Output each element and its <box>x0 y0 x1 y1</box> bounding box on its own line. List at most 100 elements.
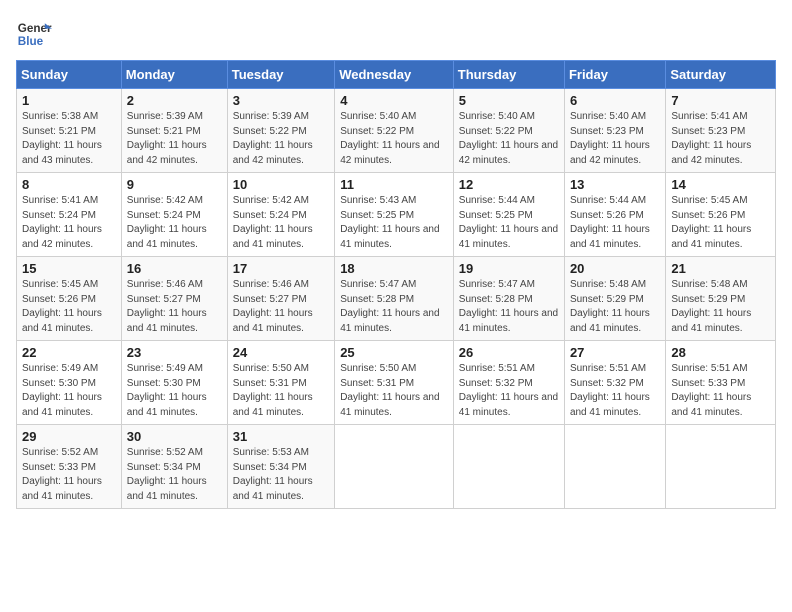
day-info: Sunrise: 5:44 AMSunset: 5:25 PMDaylight:… <box>459 194 559 252</box>
day-number: 21 <box>671 261 770 276</box>
page-header: General Blue <box>16 16 776 52</box>
day-info: Sunrise: 5:50 AMSunset: 5:31 PMDaylight:… <box>233 362 329 420</box>
svg-text:Blue: Blue <box>18 35 44 48</box>
day-number: 28 <box>671 345 770 360</box>
day-cell: 29 Sunrise: 5:52 AMSunset: 5:33 PMDaylig… <box>17 425 122 509</box>
day-number: 6 <box>570 93 660 108</box>
day-info: Sunrise: 5:42 AMSunset: 5:24 PMDaylight:… <box>127 194 222 252</box>
day-cell: 22 Sunrise: 5:49 AMSunset: 5:30 PMDaylig… <box>17 341 122 425</box>
day-cell: 19 Sunrise: 5:47 AMSunset: 5:28 PMDaylig… <box>453 257 564 341</box>
day-cell: 23 Sunrise: 5:49 AMSunset: 5:30 PMDaylig… <box>121 341 227 425</box>
day-cell <box>564 425 665 509</box>
day-number: 22 <box>22 345 116 360</box>
day-info: Sunrise: 5:47 AMSunset: 5:28 PMDaylight:… <box>459 278 559 336</box>
week-row-2: 8 Sunrise: 5:41 AMSunset: 5:24 PMDayligh… <box>17 173 776 257</box>
day-info: Sunrise: 5:39 AMSunset: 5:22 PMDaylight:… <box>233 110 329 168</box>
day-cell: 20 Sunrise: 5:48 AMSunset: 5:29 PMDaylig… <box>564 257 665 341</box>
day-number: 8 <box>22 177 116 192</box>
day-number: 7 <box>671 93 770 108</box>
day-number: 2 <box>127 93 222 108</box>
day-info: Sunrise: 5:49 AMSunset: 5:30 PMDaylight:… <box>127 362 222 420</box>
day-number: 30 <box>127 429 222 444</box>
day-cell <box>335 425 454 509</box>
week-row-3: 15 Sunrise: 5:45 AMSunset: 5:26 PMDaylig… <box>17 257 776 341</box>
day-info: Sunrise: 5:44 AMSunset: 5:26 PMDaylight:… <box>570 194 660 252</box>
day-cell: 8 Sunrise: 5:41 AMSunset: 5:24 PMDayligh… <box>17 173 122 257</box>
day-info: Sunrise: 5:40 AMSunset: 5:22 PMDaylight:… <box>340 110 448 168</box>
day-cell: 30 Sunrise: 5:52 AMSunset: 5:34 PMDaylig… <box>121 425 227 509</box>
day-number: 13 <box>570 177 660 192</box>
logo: General Blue <box>16 16 52 52</box>
day-info: Sunrise: 5:52 AMSunset: 5:33 PMDaylight:… <box>22 446 116 504</box>
day-cell: 14 Sunrise: 5:45 AMSunset: 5:26 PMDaylig… <box>666 173 776 257</box>
day-number: 15 <box>22 261 116 276</box>
day-cell: 2 Sunrise: 5:39 AMSunset: 5:21 PMDayligh… <box>121 89 227 173</box>
day-cell: 25 Sunrise: 5:50 AMSunset: 5:31 PMDaylig… <box>335 341 454 425</box>
day-info: Sunrise: 5:41 AMSunset: 5:23 PMDaylight:… <box>671 110 770 168</box>
day-cell: 1 Sunrise: 5:38 AMSunset: 5:21 PMDayligh… <box>17 89 122 173</box>
day-header-monday: Monday <box>121 61 227 89</box>
day-number: 26 <box>459 345 559 360</box>
day-cell: 26 Sunrise: 5:51 AMSunset: 5:32 PMDaylig… <box>453 341 564 425</box>
day-number: 31 <box>233 429 329 444</box>
day-header-friday: Friday <box>564 61 665 89</box>
day-cell: 31 Sunrise: 5:53 AMSunset: 5:34 PMDaylig… <box>227 425 334 509</box>
day-cell: 9 Sunrise: 5:42 AMSunset: 5:24 PMDayligh… <box>121 173 227 257</box>
day-info: Sunrise: 5:51 AMSunset: 5:32 PMDaylight:… <box>570 362 660 420</box>
day-number: 3 <box>233 93 329 108</box>
day-info: Sunrise: 5:48 AMSunset: 5:29 PMDaylight:… <box>671 278 770 336</box>
day-cell <box>453 425 564 509</box>
svg-text:General: General <box>18 22 52 35</box>
week-row-1: 1 Sunrise: 5:38 AMSunset: 5:21 PMDayligh… <box>17 89 776 173</box>
day-info: Sunrise: 5:42 AMSunset: 5:24 PMDaylight:… <box>233 194 329 252</box>
day-header-thursday: Thursday <box>453 61 564 89</box>
day-info: Sunrise: 5:38 AMSunset: 5:21 PMDaylight:… <box>22 110 116 168</box>
day-cell: 17 Sunrise: 5:46 AMSunset: 5:27 PMDaylig… <box>227 257 334 341</box>
day-cell: 16 Sunrise: 5:46 AMSunset: 5:27 PMDaylig… <box>121 257 227 341</box>
day-header-tuesday: Tuesday <box>227 61 334 89</box>
day-number: 23 <box>127 345 222 360</box>
day-number: 18 <box>340 261 448 276</box>
day-number: 5 <box>459 93 559 108</box>
day-info: Sunrise: 5:39 AMSunset: 5:21 PMDaylight:… <box>127 110 222 168</box>
day-cell: 6 Sunrise: 5:40 AMSunset: 5:23 PMDayligh… <box>564 89 665 173</box>
week-row-4: 22 Sunrise: 5:49 AMSunset: 5:30 PMDaylig… <box>17 341 776 425</box>
day-info: Sunrise: 5:50 AMSunset: 5:31 PMDaylight:… <box>340 362 448 420</box>
day-info: Sunrise: 5:49 AMSunset: 5:30 PMDaylight:… <box>22 362 116 420</box>
day-number: 24 <box>233 345 329 360</box>
day-cell: 11 Sunrise: 5:43 AMSunset: 5:25 PMDaylig… <box>335 173 454 257</box>
day-number: 25 <box>340 345 448 360</box>
day-info: Sunrise: 5:41 AMSunset: 5:24 PMDaylight:… <box>22 194 116 252</box>
day-number: 10 <box>233 177 329 192</box>
day-info: Sunrise: 5:40 AMSunset: 5:22 PMDaylight:… <box>459 110 559 168</box>
day-cell: 4 Sunrise: 5:40 AMSunset: 5:22 PMDayligh… <box>335 89 454 173</box>
day-number: 19 <box>459 261 559 276</box>
day-cell: 5 Sunrise: 5:40 AMSunset: 5:22 PMDayligh… <box>453 89 564 173</box>
day-info: Sunrise: 5:48 AMSunset: 5:29 PMDaylight:… <box>570 278 660 336</box>
day-number: 12 <box>459 177 559 192</box>
day-info: Sunrise: 5:53 AMSunset: 5:34 PMDaylight:… <box>233 446 329 504</box>
day-header-saturday: Saturday <box>666 61 776 89</box>
calendar-table: SundayMondayTuesdayWednesdayThursdayFrid… <box>16 60 776 509</box>
day-cell: 28 Sunrise: 5:51 AMSunset: 5:33 PMDaylig… <box>666 341 776 425</box>
day-cell: 10 Sunrise: 5:42 AMSunset: 5:24 PMDaylig… <box>227 173 334 257</box>
day-info: Sunrise: 5:45 AMSunset: 5:26 PMDaylight:… <box>671 194 770 252</box>
day-info: Sunrise: 5:47 AMSunset: 5:28 PMDaylight:… <box>340 278 448 336</box>
day-cell: 21 Sunrise: 5:48 AMSunset: 5:29 PMDaylig… <box>666 257 776 341</box>
day-info: Sunrise: 5:45 AMSunset: 5:26 PMDaylight:… <box>22 278 116 336</box>
day-cell: 3 Sunrise: 5:39 AMSunset: 5:22 PMDayligh… <box>227 89 334 173</box>
day-cell: 24 Sunrise: 5:50 AMSunset: 5:31 PMDaylig… <box>227 341 334 425</box>
day-header-wednesday: Wednesday <box>335 61 454 89</box>
day-info: Sunrise: 5:40 AMSunset: 5:23 PMDaylight:… <box>570 110 660 168</box>
day-cell <box>666 425 776 509</box>
day-number: 14 <box>671 177 770 192</box>
day-number: 29 <box>22 429 116 444</box>
day-number: 20 <box>570 261 660 276</box>
day-info: Sunrise: 5:46 AMSunset: 5:27 PMDaylight:… <box>233 278 329 336</box>
week-row-5: 29 Sunrise: 5:52 AMSunset: 5:33 PMDaylig… <box>17 425 776 509</box>
day-number: 27 <box>570 345 660 360</box>
day-number: 16 <box>127 261 222 276</box>
header-row: SundayMondayTuesdayWednesdayThursdayFrid… <box>17 61 776 89</box>
logo-icon: General Blue <box>16 16 52 52</box>
day-info: Sunrise: 5:51 AMSunset: 5:32 PMDaylight:… <box>459 362 559 420</box>
